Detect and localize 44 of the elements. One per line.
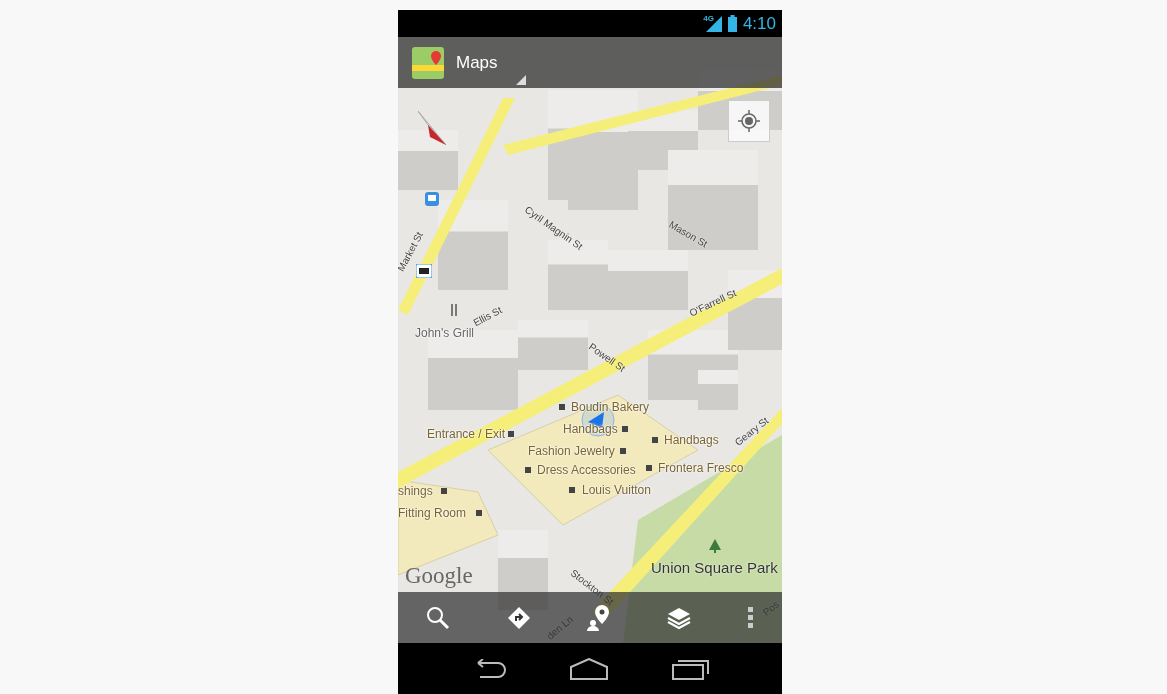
place-label[interactable]: Handbags xyxy=(563,422,618,436)
layers-icon xyxy=(667,605,692,630)
place-label[interactable]: Frontera Fresco xyxy=(658,461,744,475)
map-attribution: Google xyxy=(405,563,473,589)
home-icon xyxy=(569,657,609,680)
network-type: 4G xyxy=(703,14,714,23)
place-label[interactable]: shings xyxy=(398,484,433,498)
person-pin-icon xyxy=(586,604,611,631)
overflow-icon xyxy=(747,606,754,629)
place-marker-icon xyxy=(622,426,628,432)
place-label[interactable]: Fashion Jewelry xyxy=(528,444,615,458)
place-label[interactable]: Boudin Bakery xyxy=(571,400,650,414)
turn-arrow-icon xyxy=(506,605,531,630)
battery-icon xyxy=(727,15,737,32)
recent-apps-icon xyxy=(672,657,711,680)
app-title[interactable]: Maps xyxy=(456,52,498,73)
place-marker-icon xyxy=(525,467,531,473)
place-marker-icon xyxy=(476,510,482,516)
place-marker-icon xyxy=(620,448,626,454)
search-icon xyxy=(426,605,451,630)
tree-icon xyxy=(709,539,721,553)
place-label[interactable]: John's Grill xyxy=(415,326,474,340)
fork-knife-icon xyxy=(450,304,458,316)
street-label: Ellis St xyxy=(471,304,504,329)
signal-icon xyxy=(705,15,722,32)
park-label[interactable]: Union Square Park xyxy=(651,559,778,576)
map-app-icon[interactable] xyxy=(412,46,444,79)
place-marker-icon xyxy=(559,404,565,410)
place-marker-icon xyxy=(441,488,447,494)
dropdown-corner-icon xyxy=(516,75,526,85)
place-marker-icon xyxy=(569,487,575,493)
place-label[interactable]: Dress Accessories xyxy=(537,463,636,477)
transit-icon xyxy=(425,192,439,206)
place-marker-icon xyxy=(652,437,658,443)
my-location-icon xyxy=(738,110,760,132)
place-label[interactable]: Fitting Room xyxy=(398,506,467,520)
place-marker-icon xyxy=(508,431,514,437)
my-location-button[interactable] xyxy=(728,100,770,142)
place-label[interactable]: Louis Vuitton xyxy=(582,483,651,497)
bike-icon xyxy=(416,264,432,278)
place-marker-icon xyxy=(646,465,652,471)
place-label[interactable]: Handbags xyxy=(664,433,719,447)
clock-time: 4:10 xyxy=(742,13,776,34)
compass-icon[interactable] xyxy=(418,111,446,145)
